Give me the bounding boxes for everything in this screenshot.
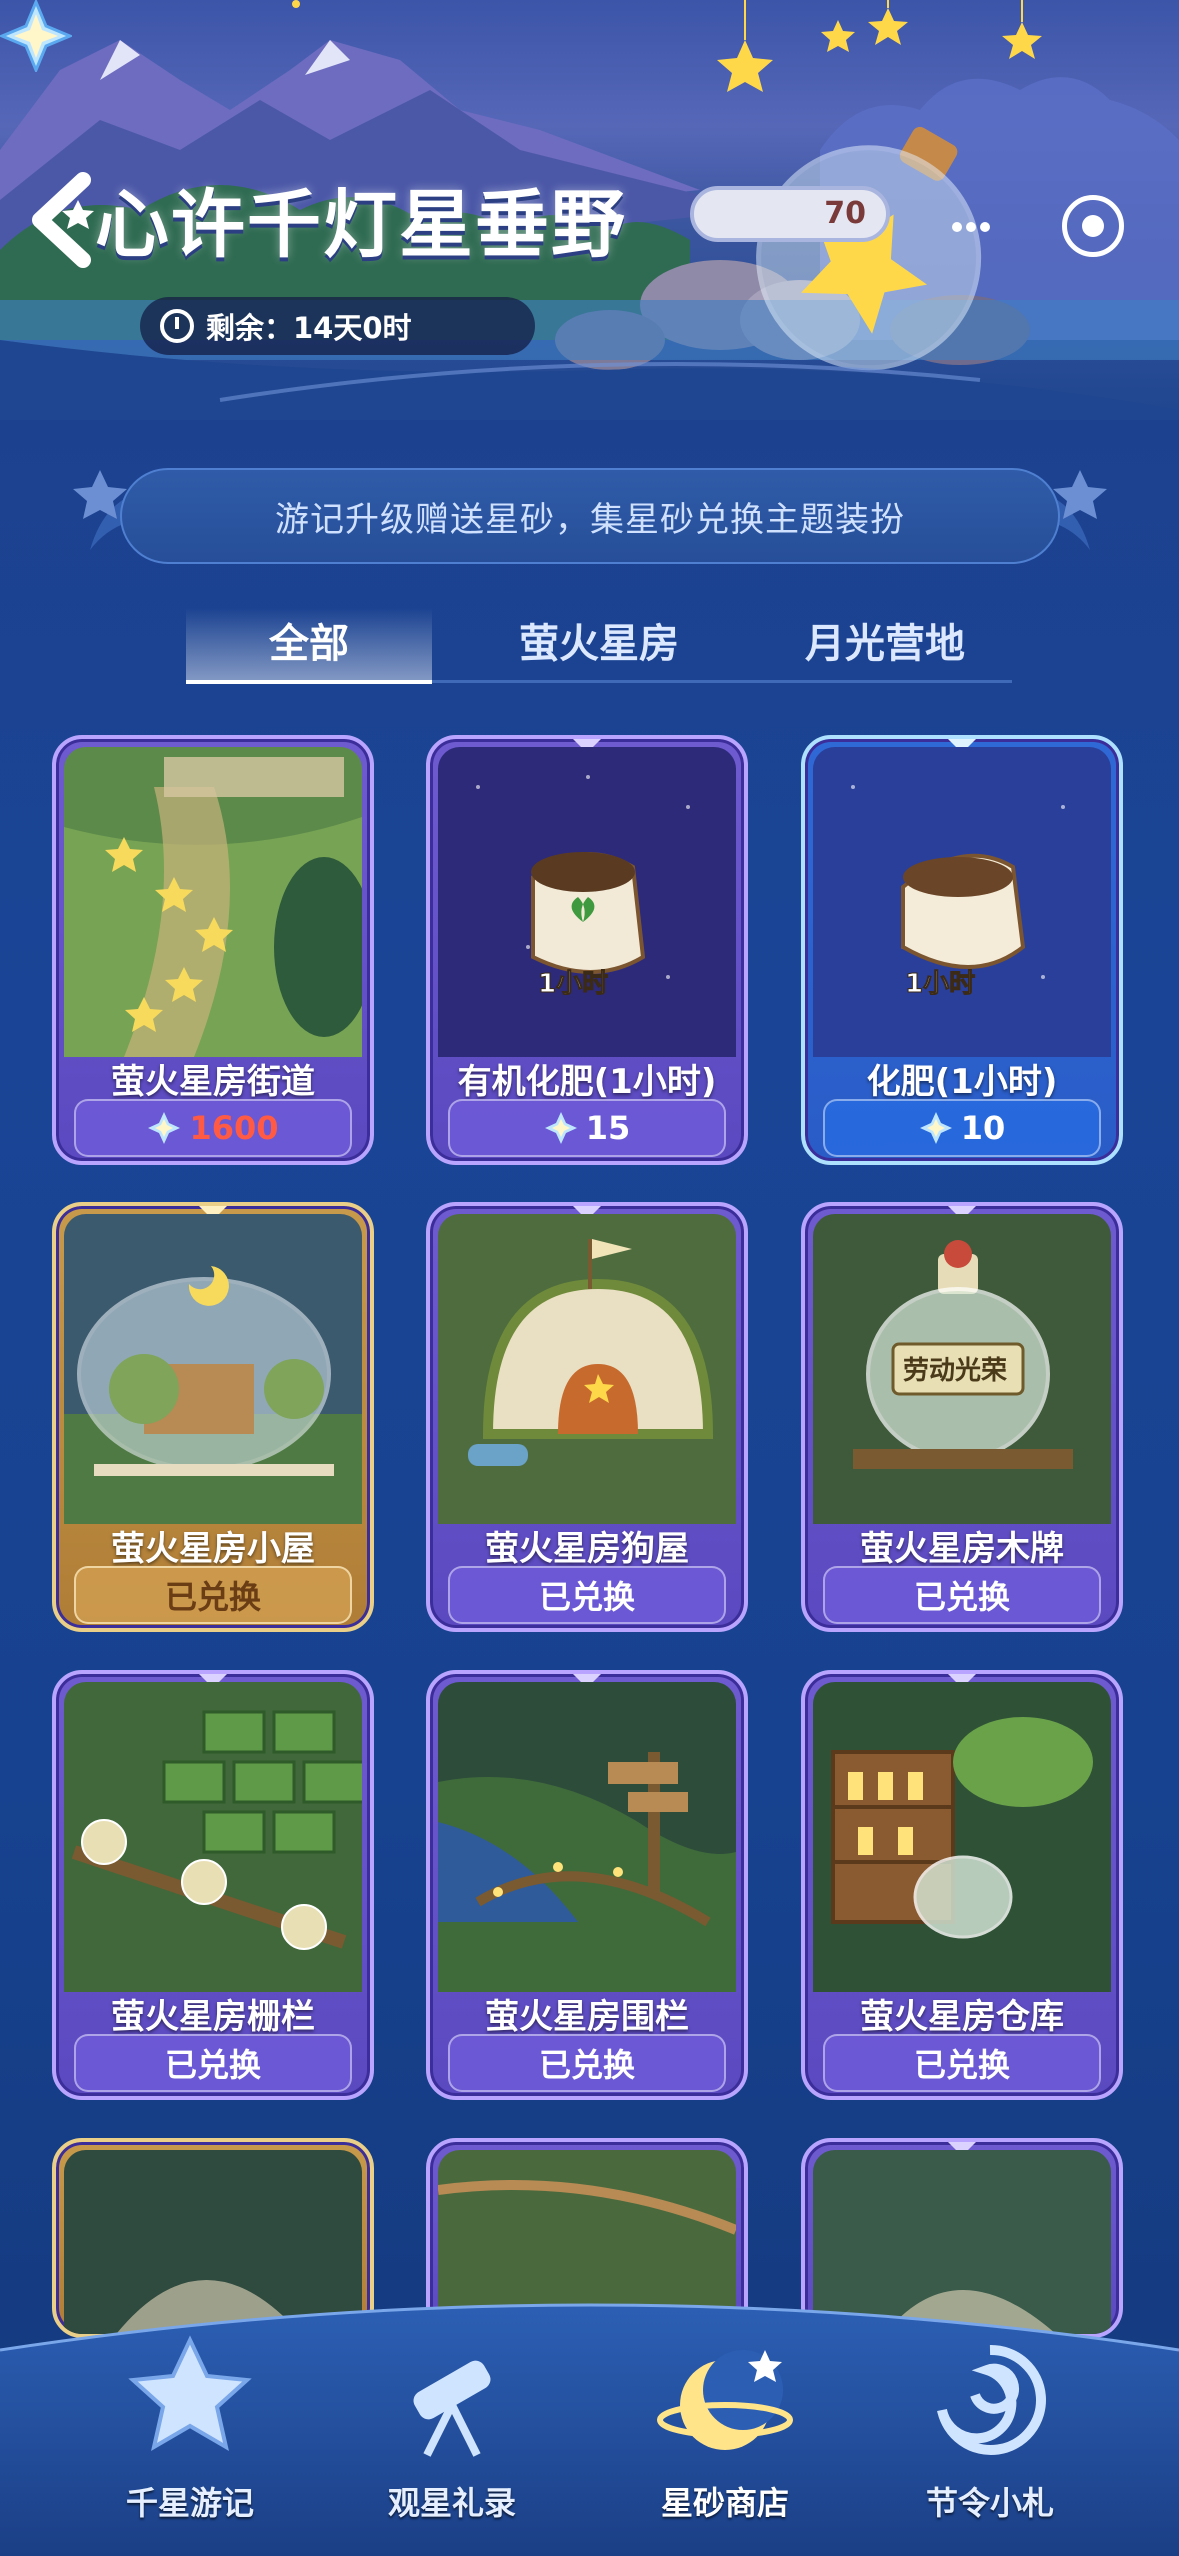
item-status-badge: 已兑换 <box>448 1566 726 1624</box>
item-status: 已兑换 <box>913 1578 1010 1616</box>
item-status: 已兑换 <box>538 1578 635 1616</box>
item-card-warehouse[interactable]: 萤火星房仓库 已兑换 <box>801 1670 1123 2100</box>
star-sand-gem-icon <box>919 1112 952 1144</box>
star-sand-gem-icon <box>544 1112 577 1144</box>
item-name: 萤火星房狗屋 <box>485 1529 689 1569</box>
item-name: 化肥(1小时) <box>866 1062 1058 1102</box>
item-card-fertilizer[interactable]: 1小时 化肥(1小时) 10 <box>801 735 1123 1165</box>
item-status-badge: 已兑换 <box>74 2034 352 2092</box>
item-name: 萤火星房木牌 <box>860 1529 1064 1569</box>
sign-text: 劳动光荣 <box>903 1356 1007 1386</box>
item-card-doghouse[interactable]: 萤火星房狗屋 已兑换 <box>426 1202 748 1632</box>
item-name: 萤火星房小屋 <box>111 1529 315 1569</box>
item-status: 已兑换 <box>913 2046 1010 2084</box>
item-price: 15 <box>585 1109 631 1147</box>
item-status-badge: 已兑换 <box>74 1566 352 1624</box>
telescope-icon <box>413 2360 491 2457</box>
item-image <box>64 747 362 1057</box>
nav-stargazing-gifts[interactable]: 观星礼录 <box>342 2330 562 2540</box>
item-status: 已兑换 <box>164 1578 261 1616</box>
item-card-cabin[interactable]: 萤火星房小屋 已兑换 <box>52 1202 374 1632</box>
nav-label: 节令小札 <box>925 2484 1054 2522</box>
moon-planet-icon <box>657 2350 793 2450</box>
item-card-wooden-sign[interactable]: 劳动光荣 萤火星房木牌 已兑换 <box>801 1202 1123 1632</box>
item-price: 1600 <box>189 1109 279 1147</box>
item-status: 已兑换 <box>164 2046 261 2084</box>
item-name: 萤火星房仓库 <box>860 1997 1064 2037</box>
nav-seasonal-notes[interactable]: 节令小札 <box>880 2330 1100 2540</box>
item-status-badge: 已兑换 <box>823 1566 1101 1624</box>
item-status-badge: 已兑换 <box>448 2034 726 2092</box>
star-icon <box>128 2335 252 2452</box>
item-name: 有机化肥(1小时) <box>457 1062 717 1102</box>
item-name: 萤火星房栅栏 <box>111 1997 315 2037</box>
duration-badge: 1小时 <box>905 969 975 999</box>
item-card-street[interactable]: 萤火星房街道 1600 <box>52 735 374 1165</box>
item-image <box>438 1214 736 1524</box>
item-price-button[interactable]: 1600 <box>74 1099 352 1157</box>
item-image <box>64 1682 362 1992</box>
item-status: 已兑换 <box>538 2046 635 2084</box>
duration-badge: 1小时 <box>538 969 608 999</box>
item-grid: 萤火星房街道 1600 1小时 有机化肥(1小时) 15 1小时 化肥(1小时)… <box>0 0 1179 2556</box>
nav-label: 千星游记 <box>125 2484 254 2522</box>
item-price-button[interactable]: 15 <box>448 1099 726 1157</box>
item-card-railing[interactable]: 萤火星房栅栏 已兑换 <box>52 1670 374 2100</box>
item-image <box>64 1214 362 1524</box>
item-card-organic-fertilizer[interactable]: 1小时 有机化肥(1小时) 15 <box>426 735 748 1165</box>
item-image: 1小时 <box>813 747 1111 1057</box>
star-sand-gem-icon <box>148 1112 181 1144</box>
item-image: 1小时 <box>438 747 736 1057</box>
nav-thousand-stars-journal[interactable]: 千星游记 <box>80 2330 300 2540</box>
item-card-fence[interactable]: 萤火星房围栏 已兑换 <box>426 1670 748 2100</box>
item-status-badge: 已兑换 <box>823 2034 1101 2092</box>
item-name: 萤火星房围栏 <box>485 1997 689 2037</box>
swirl-icon <box>937 2344 1046 2455</box>
item-image: 劳动光荣 <box>813 1214 1111 1524</box>
nav-label: 观星礼录 <box>387 2484 516 2522</box>
item-price-button[interactable]: 10 <box>823 1099 1101 1157</box>
item-image <box>813 1682 1111 1992</box>
item-price: 10 <box>960 1109 1006 1147</box>
item-image <box>438 1682 736 1992</box>
item-name: 萤火星房街道 <box>111 1062 315 1102</box>
nav-star-sand-shop[interactable]: 星砂商店 <box>615 2330 835 2540</box>
nav-label: 星砂商店 <box>660 2484 789 2522</box>
